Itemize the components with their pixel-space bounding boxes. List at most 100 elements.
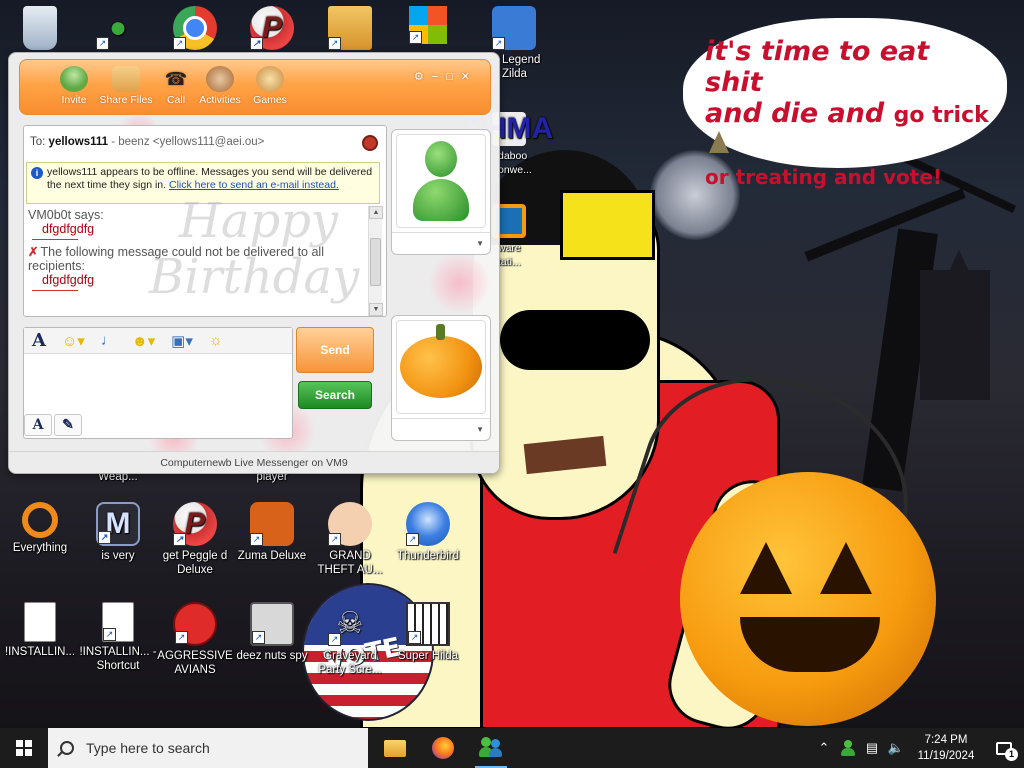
shortcut-arrow-icon: ↗ bbox=[250, 37, 263, 50]
jack-mouth bbox=[740, 617, 880, 672]
windows-logo-icon: ↗ bbox=[409, 6, 447, 44]
scroll-down-icon[interactable]: ▼ bbox=[369, 303, 383, 316]
conversation-scrollbar[interactable]: ▲ ▼ bbox=[368, 206, 383, 316]
desktop-icon-windows[interactable]: ↗ bbox=[388, 6, 468, 47]
desktop-icon-folder[interactable]: ↗ bbox=[310, 6, 390, 53]
taskbar-file-explorer[interactable] bbox=[371, 728, 419, 768]
tree-branch bbox=[804, 188, 966, 262]
invite-button[interactable]: Invite bbox=[46, 66, 102, 106]
folder-icon: ↗ bbox=[328, 6, 372, 50]
error-icon: ✗ bbox=[28, 245, 39, 259]
scroll-up-icon[interactable]: ▲ bbox=[369, 206, 383, 219]
desktop-icon-peggle-deluxe[interactable]: P ↗ get Peggle d Deluxe bbox=[155, 502, 235, 577]
network-icon[interactable]: ▤ bbox=[860, 740, 884, 756]
taskbar-firefox[interactable] bbox=[419, 728, 467, 768]
maximize-icon[interactable]: □ bbox=[446, 71, 461, 83]
desktop-icon-deez-nuts-spy[interactable]: ↗ deez nuts spy bbox=[232, 602, 312, 663]
block-contact-icon[interactable] bbox=[362, 135, 378, 151]
desktop-icon-thunderbird[interactable]: ↗ Thunderbird bbox=[388, 502, 468, 563]
messenger-icon bbox=[479, 737, 503, 759]
send-email-link[interactable]: Click here to send an e-mail instead. bbox=[169, 179, 339, 191]
message-divider bbox=[32, 239, 78, 240]
desktop-icon-msn[interactable]: ● ↗ bbox=[78, 6, 158, 53]
desktop-icon-chrome[interactable]: ↗ bbox=[155, 6, 235, 53]
desktop-icon-gta[interactable]: ↗ GRAND THEFT AU... bbox=[310, 502, 390, 577]
voice-clip-icon[interactable]: ♩ bbox=[101, 332, 116, 349]
desktop-icon-is-very[interactable]: M ↗ is very bbox=[78, 502, 158, 563]
desktop-icon-label: Super Hilda bbox=[397, 650, 459, 662]
desktop-icon-zuma[interactable]: ↗ Zuma Deluxe bbox=[232, 502, 312, 563]
text-mode-tab[interactable]: A bbox=[24, 414, 52, 436]
contact-display-picture[interactable]: ▼ bbox=[391, 129, 491, 255]
to-label: To: bbox=[30, 136, 46, 148]
message-input[interactable] bbox=[26, 356, 290, 412]
activities-label: Activities bbox=[199, 94, 241, 106]
text-document-shortcut-icon: ↗ bbox=[102, 602, 134, 642]
chevron-down-icon[interactable]: ▼ bbox=[392, 418, 490, 440]
activities-icon bbox=[206, 66, 234, 92]
shortcut-arrow-icon: ↗ bbox=[328, 533, 341, 546]
telephone-icon: ☎ bbox=[164, 68, 188, 89]
scroll-thumb[interactable] bbox=[370, 238, 381, 286]
start-button[interactable] bbox=[0, 728, 48, 768]
flower-decoration bbox=[429, 253, 489, 313]
peggle-icon: P ↗ bbox=[173, 502, 217, 546]
zuma-icon: ↗ bbox=[250, 502, 294, 546]
contact-meta: - beenz <yellows111@aei.ou> bbox=[111, 136, 265, 148]
firefox-icon bbox=[432, 737, 454, 759]
taskbar: Type here to search ⌃ ▤ 🔈 7:24 PM 11/19/… bbox=[0, 728, 1024, 768]
window-controls: ⚙−□✕ bbox=[414, 70, 478, 83]
nudge-icon[interactable]: ☼ bbox=[209, 332, 223, 349]
handwriting-mode-tab[interactable]: ✎ bbox=[54, 414, 82, 436]
taskbar-search-box[interactable]: Type here to search bbox=[48, 728, 368, 768]
desktop-icon-super-hilda[interactable]: ↗ Super Hilda bbox=[388, 602, 468, 663]
desktop-icon-label: Zuma Deluxe bbox=[237, 550, 307, 562]
desktop-icon-installing-shortcut[interactable]: ↗ !INSTALLIN... - Shortcut bbox=[78, 602, 158, 673]
messenger-tray-icon[interactable] bbox=[841, 740, 855, 756]
settings-icon[interactable]: ⚙ bbox=[414, 71, 432, 83]
share-files-label: Share Files bbox=[99, 94, 153, 106]
speech-line-3: or treating and vote! bbox=[705, 165, 943, 190]
system-tray: ⌃ ▤ 🔈 7:24 PM 11/19/2024 1 bbox=[812, 728, 1024, 768]
speech-line-2-small: go trick bbox=[893, 103, 989, 129]
games-button[interactable]: Games bbox=[242, 66, 298, 106]
send-button[interactable]: Send bbox=[296, 327, 374, 373]
emoticon-icon[interactable]: ☺▾ bbox=[62, 332, 85, 350]
recycle-bin-icon bbox=[23, 6, 57, 50]
share-files-button[interactable]: Share Files bbox=[98, 66, 154, 106]
show-hidden-icons-chevron-icon[interactable]: ⌃ bbox=[812, 740, 836, 756]
desktop-icon-graveyard[interactable]: ☠ ↗ Graveyard Party Scre... bbox=[310, 602, 390, 677]
close-icon[interactable]: ✕ bbox=[461, 71, 478, 83]
desktop-icon-aggressive-avians[interactable]: ↗ AGGRESSIVE AVIANS bbox=[155, 602, 235, 677]
desktop-icon-recycle-bin[interactable] bbox=[0, 6, 80, 53]
clock[interactable]: 7:24 PM 11/19/2024 bbox=[908, 732, 984, 764]
cartoon-eyepatch bbox=[500, 310, 650, 370]
desktop-icon-label: Thunderbird bbox=[396, 550, 459, 562]
desktop-icon-label: daboo onwe... bbox=[498, 150, 532, 176]
background-icon[interactable]: ▣▾ bbox=[171, 332, 193, 350]
contact-name: yellows111 bbox=[48, 136, 109, 148]
activities-button[interactable]: Activities bbox=[192, 66, 248, 106]
offline-notice: i yellows111 appears to be offline. Mess… bbox=[26, 162, 380, 204]
desktop-icon-installing[interactable]: !INSTALLIN... bbox=[0, 602, 80, 659]
shortcut-arrow-icon: ↗ bbox=[173, 533, 186, 546]
my-display-picture[interactable]: ▼ bbox=[391, 315, 491, 441]
message-sender: VM0b0t says: bbox=[28, 208, 104, 222]
angry-bird-icon: ↗ bbox=[173, 602, 217, 646]
desktop-icon-peggle-top[interactable]: P ↗ bbox=[232, 6, 312, 53]
delivery-failure-text: The following message could not be deliv… bbox=[28, 245, 324, 273]
shortcut-arrow-icon: ↗ bbox=[328, 633, 341, 646]
jack-o-lantern-bucket bbox=[680, 472, 936, 726]
messenger-conversation-window[interactable]: Invite Share Files ☎ Call Activities Gam… bbox=[8, 52, 500, 474]
desktop-icon-label: is very bbox=[101, 550, 135, 562]
volume-icon[interactable]: 🔈 bbox=[884, 740, 908, 756]
desktop-icon-everything[interactable]: Everything bbox=[0, 502, 80, 555]
minimize-icon[interactable]: − bbox=[432, 71, 446, 83]
action-center-button[interactable]: 1 bbox=[984, 728, 1024, 768]
cartoon-hair bbox=[560, 190, 655, 260]
font-icon[interactable]: A bbox=[32, 330, 46, 351]
taskbar-messenger[interactable] bbox=[467, 728, 515, 768]
search-button[interactable]: Search bbox=[298, 381, 372, 409]
wink-icon[interactable]: ☻▾ bbox=[132, 332, 155, 350]
chevron-down-icon[interactable]: ▼ bbox=[392, 232, 490, 254]
